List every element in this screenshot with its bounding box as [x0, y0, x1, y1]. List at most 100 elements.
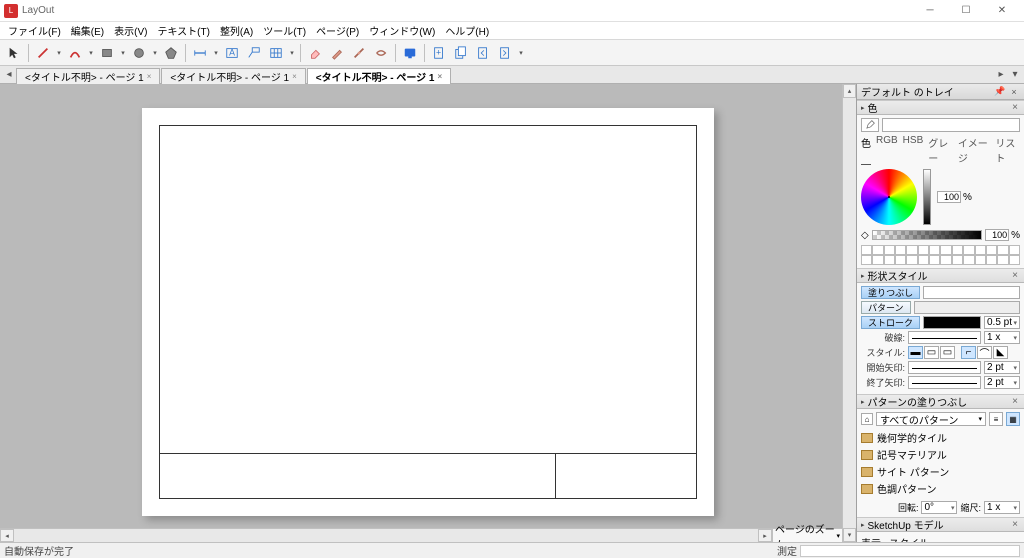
swatch[interactable]	[895, 255, 906, 265]
fill-swatch[interactable]	[923, 286, 1020, 299]
tab-scroll-right[interactable]: ▸	[994, 68, 1008, 82]
value-percent-input[interactable]	[937, 191, 961, 203]
pattern-folder[interactable]: 色調パターン	[861, 480, 1020, 497]
arc-tool-dropdown[interactable]: ▾	[87, 49, 95, 57]
swatch[interactable]	[929, 255, 940, 265]
tab-close-icon[interactable]: ×	[147, 72, 152, 81]
menu-help[interactable]: ヘルプ(H)	[441, 21, 493, 40]
swatch[interactable]	[975, 255, 986, 265]
swatch[interactable]	[963, 245, 974, 255]
tab-menu[interactable]: ▾	[1008, 68, 1022, 82]
su-tab-style[interactable]: スタイル	[889, 535, 929, 542]
menu-window[interactable]: ウィンドウ(W)	[365, 21, 439, 40]
polygon-tool-icon[interactable]	[161, 43, 181, 63]
start-arrow-preview[interactable]	[908, 361, 981, 374]
menu-pages[interactable]: ページ(P)	[312, 21, 363, 40]
value-slider[interactable]	[923, 169, 931, 225]
pattern-category-select[interactable]: すべてのパターン▾	[876, 412, 986, 426]
v-scroll-track[interactable]	[843, 98, 856, 528]
dimension-tool-dropdown[interactable]: ▾	[212, 49, 220, 57]
menu-file[interactable]: ファイル(F)	[4, 21, 65, 40]
current-color-swatch[interactable]	[882, 118, 1020, 132]
swatch[interactable]	[1009, 245, 1020, 255]
menu-arrange[interactable]: 整列(A)	[216, 21, 257, 40]
swatch[interactable]	[952, 245, 963, 255]
line-tool-icon[interactable]	[33, 43, 53, 63]
end-arrow-preview[interactable]	[908, 376, 981, 389]
color-tab-wheel[interactable]: 色	[861, 135, 871, 165]
swatch[interactable]	[861, 255, 872, 265]
scroll-left-icon[interactable]: ◂	[0, 529, 14, 542]
join-miter-icon[interactable]: ⌐	[961, 346, 976, 359]
color-tab-gray[interactable]: グレー	[928, 135, 953, 165]
line-tool-dropdown[interactable]: ▾	[55, 49, 63, 57]
tray-pin-icon[interactable]: 📌	[994, 86, 1006, 98]
cap-round-icon[interactable]: ▭	[924, 346, 939, 359]
pattern-toggle[interactable]: パターン	[861, 301, 911, 314]
alpha-slider[interactable]	[872, 230, 982, 240]
style-tool-icon[interactable]	[327, 43, 347, 63]
panel-close-icon[interactable]: ×	[1010, 270, 1020, 281]
dash-preview[interactable]	[908, 331, 981, 344]
swatch[interactable]	[940, 255, 951, 265]
swatch[interactable]	[929, 245, 940, 255]
swatch[interactable]	[997, 255, 1008, 265]
h-scroll-track[interactable]	[14, 529, 758, 542]
scroll-up-icon[interactable]: ▴	[843, 84, 856, 98]
close-button[interactable]: ✕	[984, 1, 1020, 21]
rect-tool-dropdown[interactable]: ▾	[119, 49, 127, 57]
dup-page-icon[interactable]	[451, 43, 471, 63]
add-page-icon[interactable]: +	[429, 43, 449, 63]
measure-field[interactable]	[800, 545, 1020, 557]
page-nav-dropdown[interactable]: ▾	[517, 49, 525, 57]
stroke-swatch[interactable]	[923, 316, 981, 329]
tab-close-icon[interactable]: ×	[292, 72, 297, 81]
tray-header[interactable]: デフォルト のトレイ 📌 ×	[857, 84, 1024, 100]
swatch[interactable]	[975, 245, 986, 255]
swatch[interactable]	[963, 255, 974, 265]
color-tab-rgb[interactable]: RGB	[876, 135, 898, 165]
swatch[interactable]	[952, 255, 963, 265]
table-tool-dropdown[interactable]: ▾	[288, 49, 296, 57]
scroll-down-icon[interactable]: ▾	[843, 528, 856, 542]
scroll-right-icon[interactable]: ▸	[758, 529, 772, 542]
menu-edit[interactable]: 編集(E)	[67, 21, 108, 40]
su-tab-view[interactable]: 表示	[861, 535, 881, 542]
document-tab-active[interactable]: <タイトル不明> - ページ 1×	[307, 68, 451, 84]
pattern-rotation-select[interactable]: 0°▾	[921, 501, 957, 514]
rect-tool-icon[interactable]	[97, 43, 117, 63]
join-tool-icon[interactable]	[371, 43, 391, 63]
next-page-icon[interactable]	[495, 43, 515, 63]
swatch[interactable]	[872, 245, 883, 255]
swatch[interactable]	[884, 245, 895, 255]
menu-tools[interactable]: ツール(T)	[259, 21, 310, 40]
label-tool-icon[interactable]	[244, 43, 264, 63]
panel-title-shape[interactable]: ▸形状スタイル×	[857, 268, 1024, 283]
pattern-folder[interactable]: サイト パターン	[861, 463, 1020, 480]
swatch[interactable]	[884, 255, 895, 265]
pattern-scale-select[interactable]: 1 x▾	[984, 501, 1020, 514]
color-tab-hsb[interactable]: HSB	[903, 135, 924, 165]
swatch[interactable]	[997, 245, 1008, 255]
panel-close-icon[interactable]: ×	[1010, 519, 1020, 530]
pattern-swatch[interactable]	[914, 301, 1020, 314]
select-tool-icon[interactable]	[4, 43, 24, 63]
color-tab-list[interactable]: リスト	[995, 135, 1020, 165]
arc-tool-icon[interactable]	[65, 43, 85, 63]
start-arrow-size[interactable]: 2 pt▾	[984, 361, 1020, 374]
circle-tool-icon[interactable]	[129, 43, 149, 63]
eyedropper-icon[interactable]	[861, 118, 879, 132]
swatch[interactable]	[861, 245, 872, 255]
horizontal-scrollbar[interactable]: ◂ ▸ ページのズーム▾	[0, 528, 842, 542]
alpha-percent-input[interactable]	[985, 229, 1009, 241]
panel-title-pattern[interactable]: ▸パターンの塗りつぶし×	[857, 394, 1024, 409]
pattern-view-list-icon[interactable]: ≡	[989, 412, 1003, 426]
minimize-button[interactable]: ─	[912, 1, 948, 21]
swatch[interactable]	[918, 245, 929, 255]
fill-toggle[interactable]: 塗りつぶし	[861, 286, 920, 299]
swatch[interactable]	[906, 255, 917, 265]
swatch[interactable]	[895, 245, 906, 255]
tab-scroll-left[interactable]: ◂	[2, 68, 16, 82]
canvas-viewport[interactable]	[0, 84, 842, 528]
panel-close-icon[interactable]: ×	[1010, 396, 1020, 407]
